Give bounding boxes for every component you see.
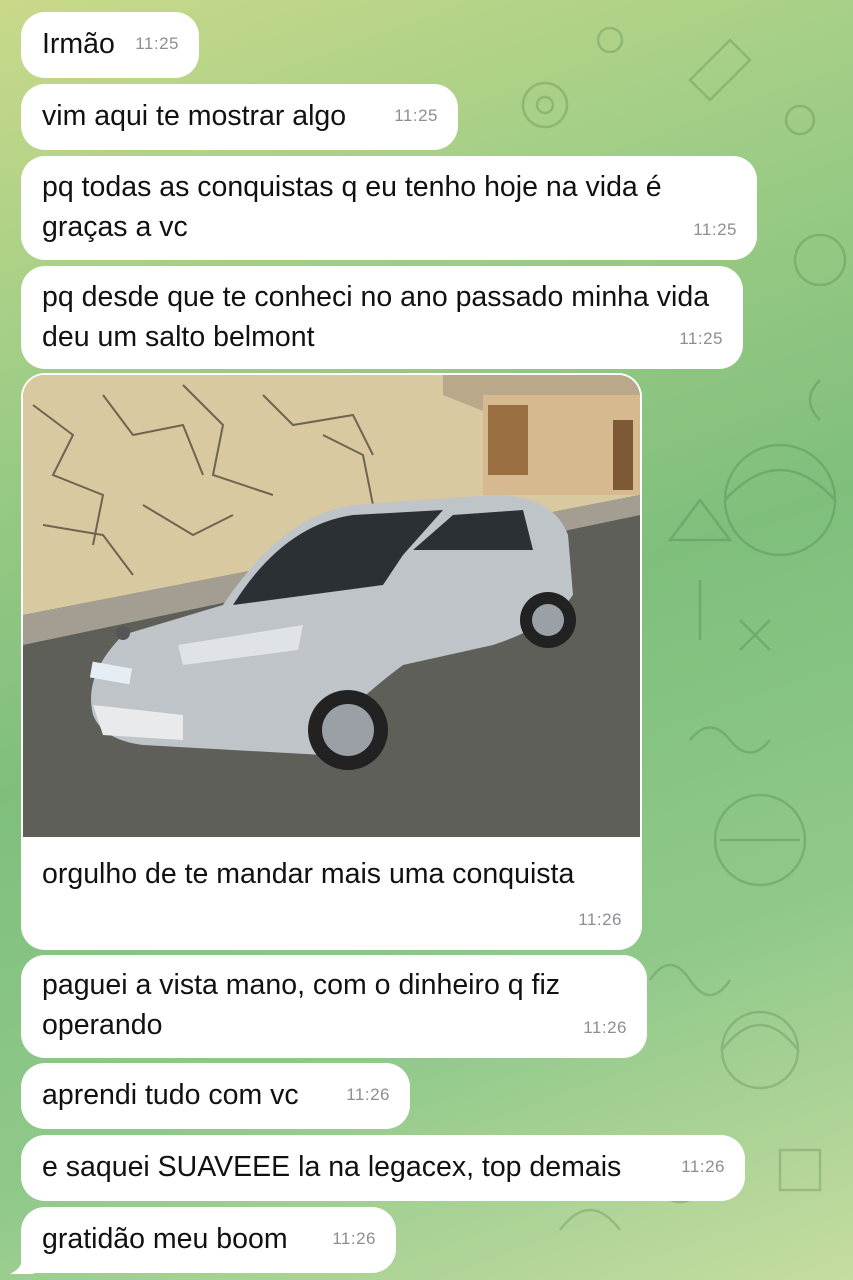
message-text: paguei a vista mano, com o dinheiro q fi… [42,969,561,1041]
message-bubble[interactable]: e saquei SUAVEEE la na legacex, top dema… [21,1135,745,1201]
message-bubble[interactable]: pq todas as conquistas q eu tenho hoje n… [21,156,757,260]
message-time: 11:26 [583,1018,627,1037]
message-bubble[interactable]: aprendi tudo com vc 11:26 [21,1063,410,1129]
message-text: aprendi tudo com vc [42,1079,299,1111]
message-text: vim aqui te mostrar algo [42,100,347,132]
message-text: orgulho de te mandar mais uma conquista [42,858,575,890]
message-time: 11:25 [394,106,438,125]
car-photo-image [23,375,640,837]
message-bubble[interactable]: vim aqui te mostrar algo 11:25 [21,84,458,150]
message-time: 11:25 [135,34,179,53]
message-bubble[interactable]: pq desde que te conheci no ano passado m… [21,266,743,369]
message-time: 11:26 [332,1229,376,1248]
message-bubble[interactable]: paguei a vista mano, com o dinheiro q fi… [21,955,647,1058]
message-text: pq todas as conquistas q eu tenho hoje n… [42,171,662,243]
message-bubble[interactable]: Irmão 11:25 [21,12,199,78]
message-bubble[interactable]: gratidão meu boom 11:26 [21,1207,396,1273]
bubble-tail-icon [10,1250,34,1274]
message-time: 11:26 [681,1157,725,1176]
message-bubble[interactable]: orgulho de te mandar mais uma conquista … [21,838,642,950]
message-time: 11:26 [578,910,622,929]
message-time: 11:25 [693,220,737,239]
message-text: pq desde que te conheci no ano passado m… [42,281,710,353]
message-text: e saquei SUAVEEE la na legacex, top dema… [42,1151,622,1183]
message-text: gratidão meu boom [42,1223,288,1255]
car-photo[interactable] [23,375,640,837]
message-time: 11:26 [346,1085,390,1104]
message-time: 11:25 [679,329,723,348]
message-text: Irmão [42,28,115,60]
